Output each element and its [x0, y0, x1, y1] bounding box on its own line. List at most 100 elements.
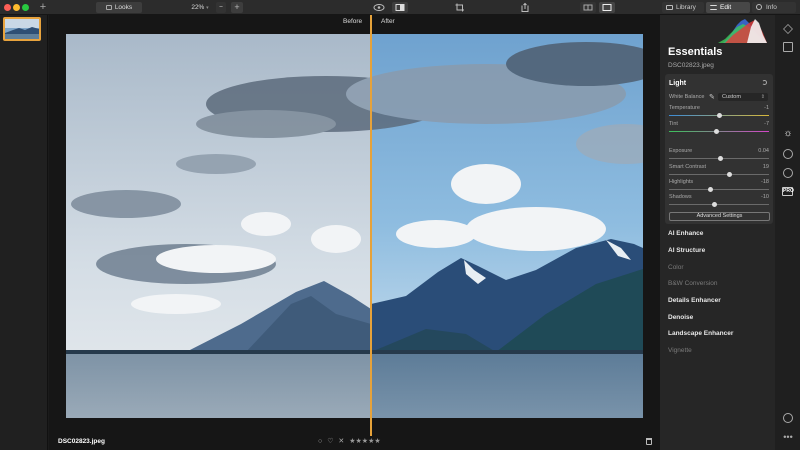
histogram — [663, 17, 771, 43]
more-icon[interactable]: ••• — [783, 432, 793, 442]
tint-slider[interactable]: Tint -7 — [669, 121, 769, 136]
panel-title: Essentials — [668, 46, 723, 58]
palette-icon[interactable] — [783, 149, 793, 159]
slider-value: 0.04 — [758, 148, 769, 154]
tab-edit-label: Edit — [720, 4, 732, 11]
reset-icon[interactable] — [762, 80, 767, 85]
tab-library[interactable]: Library — [662, 2, 704, 13]
tab-library-label: Library — [676, 4, 696, 11]
advanced-settings-button[interactable]: Advanced Settings — [669, 212, 770, 221]
add-button[interactable]: + — [37, 1, 49, 13]
slider-knob[interactable] — [716, 113, 722, 118]
tab-info[interactable]: Info — [752, 2, 796, 13]
exposure-slider[interactable]: Exposure 0.04 — [669, 148, 769, 163]
slider-knob[interactable] — [726, 172, 732, 177]
slider-value: -10 — [761, 194, 769, 200]
section-ai-enhance[interactable]: AI Enhance — [668, 230, 703, 237]
photo-filename: DSC02823.jpeg — [58, 438, 105, 445]
light-section: Light White Balance ✎ Custom ⇕ Temperatu… — [665, 74, 773, 224]
trash-icon[interactable] — [646, 438, 652, 445]
panel-compare-icon[interactable] — [783, 42, 793, 52]
thumbnail-image — [5, 19, 39, 39]
section-landscape-enhancer[interactable]: Landscape Enhancer — [668, 330, 733, 337]
grid-icon — [583, 4, 593, 11]
slider-knob[interactable] — [713, 129, 719, 134]
layers-icon[interactable] — [783, 24, 793, 34]
single-view-button[interactable] — [599, 2, 615, 13]
section-color[interactable]: Color — [668, 264, 684, 271]
minimize-window-button[interactable] — [13, 4, 20, 11]
slider-value: 19 — [762, 164, 769, 170]
tool-strip: ☼ PRO ••• — [775, 15, 800, 450]
highlights-slider[interactable]: Highlights -18 — [669, 179, 769, 194]
zoom-out-button[interactable]: − — [216, 2, 226, 13]
face-icon[interactable] — [783, 168, 793, 178]
slider-track[interactable] — [669, 174, 769, 175]
shadows-slider[interactable]: Shadows -10 — [669, 194, 769, 209]
zoom-value: 22% — [191, 4, 205, 11]
grid-view-button[interactable] — [580, 2, 596, 13]
sun-icon[interactable]: ☼ — [783, 129, 793, 139]
slider-label: Tint — [669, 121, 678, 127]
crop-button[interactable] — [452, 2, 468, 13]
main-photo — [66, 34, 643, 418]
rating-bar: ○ ♡ ✕ ★★★★★ — [318, 437, 384, 445]
zoom-in-button[interactable]: + — [231, 2, 243, 13]
history-clock-icon[interactable] — [783, 413, 793, 423]
photo-thumbnail[interactable] — [3, 17, 41, 41]
share-button[interactable] — [517, 2, 533, 13]
white-balance-label: White Balance — [669, 94, 705, 100]
slider-track[interactable] — [669, 204, 769, 205]
temperature-slider[interactable]: Temperature -1 — [669, 105, 769, 120]
chevron-updown-icon: ⇕ — [760, 94, 765, 100]
slider-label: Shadows — [669, 194, 692, 200]
star-rating[interactable]: ★★★★★ — [349, 438, 380, 445]
looks-icon — [105, 5, 112, 10]
edit-panel: Essentials DSC02823.jpeg Light White Bal… — [660, 15, 775, 450]
section-ai-structure[interactable]: AI Structure — [668, 247, 705, 254]
before-label: Before — [343, 18, 363, 25]
flag-circle-icon[interactable]: ○ — [318, 438, 322, 445]
slider-label: Smart Contrast — [669, 164, 706, 170]
single-view-icon — [602, 4, 612, 11]
before-after-divider[interactable] — [370, 15, 372, 436]
slider-knob[interactable] — [718, 156, 723, 161]
section-vignette[interactable]: Vignette — [668, 347, 692, 354]
section-bw-conversion[interactable]: B&W Conversion — [668, 280, 718, 287]
panel-filename: DSC02823.jpeg — [668, 62, 714, 69]
sliders-icon — [710, 5, 717, 10]
reject-icon[interactable]: ✕ — [338, 438, 344, 445]
slider-knob[interactable] — [712, 202, 717, 207]
pro-icon[interactable]: PRO — [782, 187, 794, 196]
slider-track[interactable] — [669, 131, 769, 132]
tab-edit[interactable]: Edit — [706, 2, 750, 13]
white-balance-value: Custom — [722, 94, 741, 100]
info-icon — [756, 4, 762, 10]
close-window-button[interactable] — [4, 4, 11, 11]
slider-value: -18 — [761, 179, 769, 185]
smart-contrast-slider[interactable]: Smart Contrast 19 — [669, 164, 769, 179]
filmstrip — [0, 15, 48, 450]
slider-label: Temperature — [669, 105, 700, 111]
looks-label: Looks — [114, 4, 133, 11]
before-after-button[interactable] — [392, 2, 408, 13]
slider-label: Exposure — [669, 148, 693, 154]
slider-knob[interactable] — [708, 187, 713, 192]
crop-icon — [455, 3, 464, 12]
light-title[interactable]: Light — [669, 80, 686, 87]
zoom-level-dropdown[interactable]: 22% ▾ — [185, 2, 215, 13]
white-balance-select[interactable]: Custom ⇕ — [718, 93, 768, 101]
section-denoise[interactable]: Denoise — [668, 314, 693, 321]
heart-icon[interactable]: ♡ — [327, 438, 333, 445]
looks-button[interactable]: Looks — [96, 2, 142, 13]
chevron-down-icon: ▾ — [206, 5, 209, 11]
zoom-window-button[interactable] — [22, 4, 29, 11]
slider-value: -7 — [764, 121, 769, 127]
slider-track[interactable] — [669, 189, 769, 190]
preview-eye-button[interactable] — [371, 2, 387, 13]
top-toolbar: + Looks 22% ▾ − + Library Edit Info — [0, 0, 800, 15]
section-details-enhancer[interactable]: Details Enhancer — [668, 297, 721, 304]
slider-label: Highlights — [669, 179, 694, 185]
compare-icon — [395, 4, 405, 11]
eyedropper-icon[interactable]: ✎ — [709, 93, 715, 101]
